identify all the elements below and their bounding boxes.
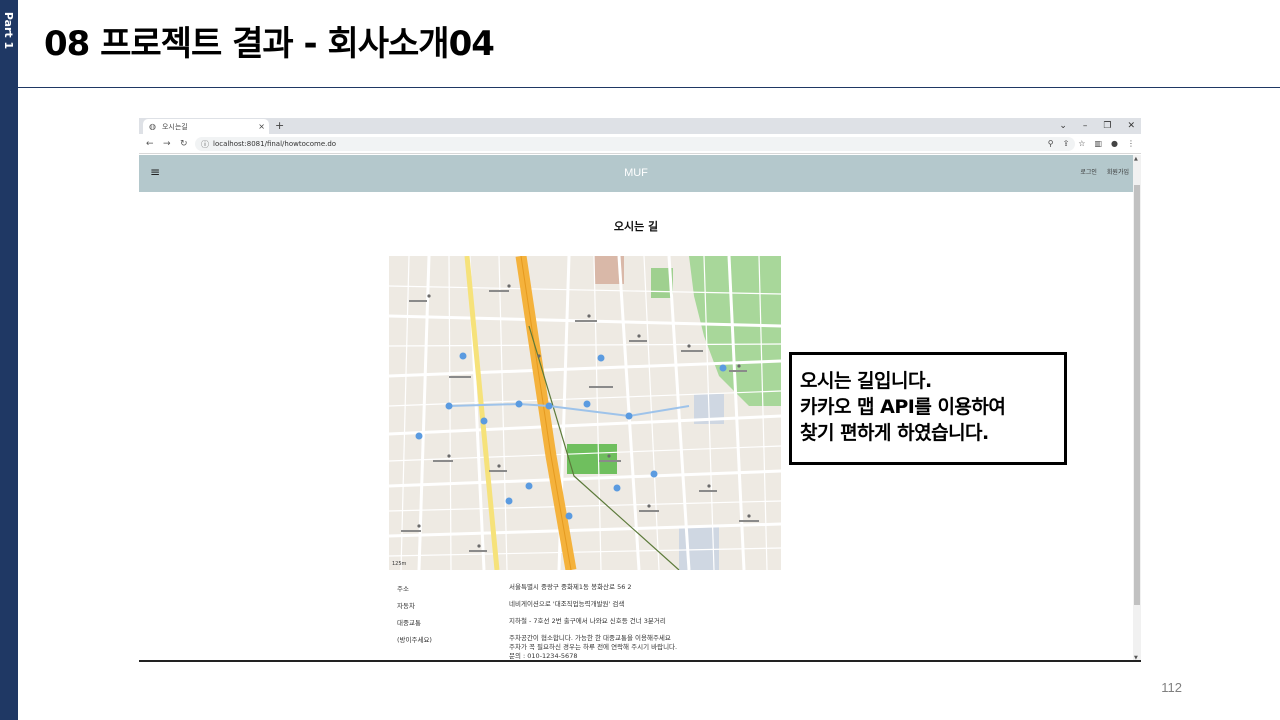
bookmark-star-icon[interactable]: ☆: [1078, 137, 1085, 151]
tab-strip: ◍ 오시는길 × + ⌄ – ❐ ✕: [139, 118, 1141, 134]
url-text: localhost:8081/final/howtocome.do: [213, 140, 337, 148]
restore-button[interactable]: ❐: [1103, 119, 1111, 133]
reload-button[interactable]: ↻: [180, 137, 188, 151]
url-bar[interactable]: ⓘ localhost:8081/final/howtocome.do: [195, 137, 1075, 151]
row-value: 주차공간이 협소합니다. 가능한 한 대중교통을 이용해주세요 주차가 꼭 필요…: [509, 634, 678, 660]
zoom-icon[interactable]: ⚲: [1048, 137, 1054, 151]
scroll-up-icon[interactable]: ▲: [1134, 156, 1138, 162]
share-icon[interactable]: ⇪: [1063, 137, 1070, 151]
address-toolbar: ← → ↻ ⓘ localhost:8081/final/howtocome.d…: [139, 134, 1141, 154]
slide-title: 08 프로젝트 결과 - 회사소개04: [44, 24, 495, 64]
site-brand[interactable]: MUF: [139, 167, 1133, 179]
kakao-map[interactable]: 125m: [389, 256, 781, 570]
close-window-button[interactable]: ✕: [1127, 119, 1135, 133]
profile-icon[interactable]: ●: [1111, 137, 1118, 151]
row-value: 네비게이션으로 '대조직업능력개발원' 검색: [509, 600, 625, 608]
tab-title: 오시는길: [161, 122, 188, 131]
map-scale-label: 125m: [392, 561, 407, 567]
header-links: 로그인 회원가입: [1080, 167, 1129, 176]
table-row: 자동차 네비게이션으로 '대조직업능력개발원' 검색: [397, 600, 909, 617]
callout-line: 오시는 길입니다.: [800, 370, 932, 392]
side-panel-icon[interactable]: ▥: [1094, 137, 1102, 151]
row-key: 대중교통: [397, 619, 421, 627]
browser-tools: ⚲ ⇪ ☆ ▥ ● ⋮: [1048, 137, 1135, 151]
callout-box: 오시는 길입니다. 카카오 맵 API를 이용하여 찾기 편하게 하였습니다.: [789, 352, 1067, 465]
globe-icon: ◍: [149, 122, 156, 131]
new-tab-button[interactable]: +: [275, 119, 284, 133]
page-heading: 오시는 길: [613, 220, 659, 233]
tab-search-icon[interactable]: ⌄: [1059, 119, 1067, 133]
table-row: 주소 서울특별시 중랑구 중화제1동 봉화산로 56 2: [397, 583, 909, 600]
tab-close-icon[interactable]: ×: [258, 122, 265, 131]
row-key: 자동차: [397, 602, 415, 610]
forward-button[interactable]: →: [163, 137, 171, 151]
row-key: 주소: [397, 585, 409, 593]
directions-table: 주소 서울특별시 중랑구 중화제1동 봉화산로 56 2 자동차 네비게이션으로…: [397, 583, 909, 660]
slide-side-label: Part 1: [2, 11, 16, 49]
callout-line: 찾기 편하게 하였습니다.: [800, 422, 989, 444]
back-button[interactable]: ←: [146, 137, 154, 151]
menu-kebab-icon[interactable]: ⋮: [1127, 137, 1135, 151]
minimize-button[interactable]: –: [1083, 119, 1088, 133]
login-link[interactable]: 로그인: [1080, 167, 1097, 176]
row-value: 서울특별시 중랑구 중화제1동 봉화산로 56 2: [509, 583, 632, 591]
page-number: 112: [1161, 680, 1182, 695]
scroll-down-icon[interactable]: ▼: [1134, 655, 1138, 660]
scroll-thumb[interactable]: [1134, 185, 1140, 605]
page-scrollbar[interactable]: ▲ ▼: [1133, 155, 1141, 660]
table-row: 대중교통 지하철 - 7호선 2번 출구에서 나와요 신호등 건너 3분거리: [397, 617, 909, 634]
map-graphic: [389, 256, 781, 570]
site-header: ≡ MUF 로그인 회원가입: [139, 155, 1133, 192]
slide-side-bar: [0, 0, 18, 720]
signup-link[interactable]: 회원가입: [1107, 167, 1129, 176]
title-divider: [18, 87, 1280, 88]
row-value: 지하철 - 7호선 2번 출구에서 나와요 신호등 건너 3분거리: [509, 617, 666, 625]
site-info-icon[interactable]: ⓘ: [201, 139, 209, 150]
table-row: (방이주세요) 주차공간이 협소합니다. 가능한 한 대중교통을 이용해주세요 …: [397, 634, 909, 660]
window-controls: ⌄ – ❐ ✕: [1059, 119, 1135, 133]
browser-tab[interactable]: ◍ 오시는길 ×: [143, 119, 269, 134]
callout-line: 카카오 맵 API를 이용하여: [800, 396, 1006, 418]
row-key: (방이주세요): [397, 636, 432, 644]
